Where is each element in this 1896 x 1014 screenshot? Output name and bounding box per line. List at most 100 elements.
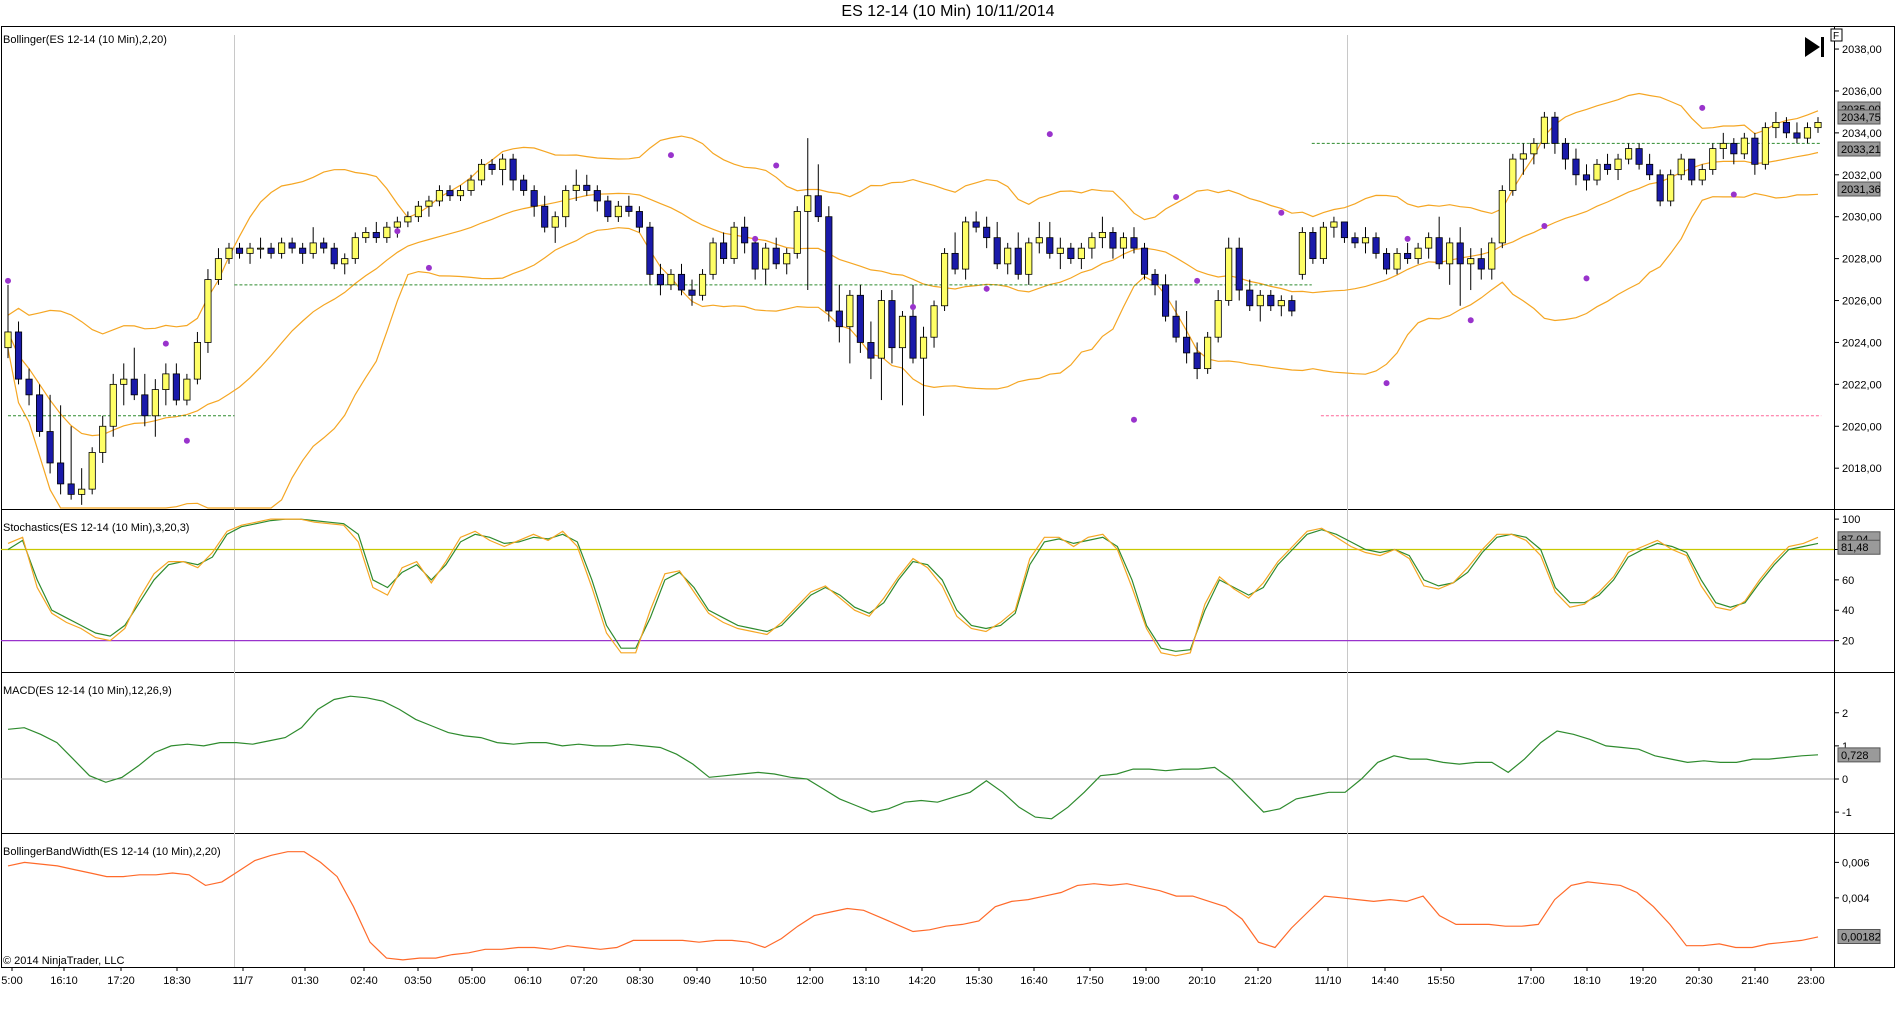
candle-down <box>1582 174 1591 181</box>
pivot-dot <box>183 437 190 444</box>
pivot-dot <box>1046 131 1053 138</box>
candle-down <box>372 232 380 239</box>
candle-down <box>867 342 875 359</box>
candle-up <box>1256 294 1264 307</box>
candle-up <box>846 294 854 328</box>
candle-down <box>825 216 833 312</box>
value-flag-text: 0,00182 <box>1841 931 1881 943</box>
pivot-dot <box>394 228 401 235</box>
y-tick-label: 2024,00 <box>1842 337 1882 349</box>
value-flag-0-2: 2033,21 <box>1837 141 1881 157</box>
candle-up <box>730 226 738 260</box>
x-tick-label: 23:00 <box>1797 975 1825 987</box>
y-tick-label: 0,006 <box>1842 857 1870 869</box>
pivot-dot <box>425 264 432 271</box>
candle-up <box>414 205 422 218</box>
x-tick-label: 11/7 <box>233 975 254 987</box>
candle-up <box>962 221 970 270</box>
pivot-dot <box>1699 104 1706 111</box>
x-tick-label: 19:00 <box>1132 975 1160 987</box>
candle-up <box>762 247 770 270</box>
pivot-dot <box>773 162 780 169</box>
candle-up <box>1119 237 1128 249</box>
candle-up <box>109 383 117 427</box>
candle-up <box>1719 142 1727 149</box>
candle-up <box>257 247 265 250</box>
candle-down <box>635 211 643 228</box>
series-line-bandwidth <box>7 851 1819 961</box>
copyright-text: © 2014 NinjaTrader, LLC <box>3 955 125 967</box>
candle-down <box>972 221 980 228</box>
candle-down <box>1751 137 1759 165</box>
chart-canvas[interactable]: Bollinger(ES 12-14 (10 Min),2,20) 2038,00… <box>0 0 1896 1014</box>
candle-up <box>898 315 907 349</box>
candle-up <box>1025 242 1033 275</box>
x-tick-label: 18:30 <box>163 975 191 987</box>
candle-down <box>888 300 896 349</box>
candle-down <box>36 394 44 432</box>
candle-up <box>877 300 885 359</box>
candle-up <box>1361 237 1370 244</box>
candle-down <box>1246 289 1254 307</box>
candle-down <box>751 242 759 270</box>
pivot-dot <box>1467 317 1474 324</box>
pivot-dot <box>5 277 11 284</box>
candle-up <box>477 163 486 181</box>
candle-up <box>309 242 317 254</box>
candle-up <box>1425 237 1433 249</box>
candle-up <box>698 273 707 296</box>
value-flag-text: 81,48 <box>1841 542 1869 554</box>
candle-down <box>646 226 654 275</box>
panel-title: BollingerBandWidth(ES 12-14 (10 Min),2,2… <box>3 846 221 858</box>
value-flag-3-0: 0,00182 <box>1837 928 1881 944</box>
candle-up <box>1814 122 1822 129</box>
x-tick-label: 5:00 <box>1 975 22 987</box>
candle-down <box>983 226 991 239</box>
candle-up <box>278 242 286 254</box>
candle-up <box>1214 300 1222 338</box>
candle-up <box>572 184 580 191</box>
candle-up <box>1393 252 1401 270</box>
candle-down <box>1109 232 1117 249</box>
pivot-dot <box>1541 222 1548 229</box>
y-tick-label: 2032,00 <box>1842 170 1882 182</box>
candle-down <box>1372 237 1380 254</box>
x-tick-label: 19:20 <box>1629 975 1657 987</box>
candle-down <box>67 483 75 495</box>
x-tick-label: 13:10 <box>852 975 880 987</box>
value-flag-2-0: 0,728 <box>1837 747 1881 763</box>
candle-down <box>1151 273 1159 286</box>
go-to-end-icon <box>1805 37 1824 57</box>
candle-up <box>362 232 370 239</box>
series-line-k <box>7 518 1819 657</box>
candle-down <box>604 200 612 218</box>
pivot-dot <box>983 285 990 292</box>
candle-down <box>772 247 780 265</box>
candle-up <box>562 190 570 218</box>
x-tick-label: 05:00 <box>458 975 486 987</box>
go-to-end-triangle <box>1805 37 1820 57</box>
candle-up <box>341 258 349 265</box>
candle-down <box>1351 237 1359 244</box>
candle-up <box>1467 258 1475 265</box>
candle-down <box>1551 116 1559 144</box>
candle-up <box>1509 158 1517 191</box>
candle-down <box>14 331 23 380</box>
candle-up <box>1540 116 1548 144</box>
pivot-dot <box>667 152 674 159</box>
candle-up <box>1277 300 1285 307</box>
y-tick-label: 0,004 <box>1842 893 1870 905</box>
candle-down <box>488 163 496 170</box>
candle-up <box>1772 122 1780 129</box>
candle-up <box>1677 158 1685 176</box>
candle-down <box>741 226 749 244</box>
x-tick-label: 15:50 <box>1427 975 1455 987</box>
candle-down <box>1046 237 1054 254</box>
x-tick-label: 15:30 <box>965 975 993 987</box>
candle-up <box>467 179 475 191</box>
x-tick-label: 16:40 <box>1020 975 1048 987</box>
properties-button[interactable]: F <box>1830 28 1843 42</box>
candle-up <box>204 279 212 343</box>
x-tick-label: 07:20 <box>570 975 598 987</box>
y-tick-label: 20 <box>1842 636 1854 648</box>
